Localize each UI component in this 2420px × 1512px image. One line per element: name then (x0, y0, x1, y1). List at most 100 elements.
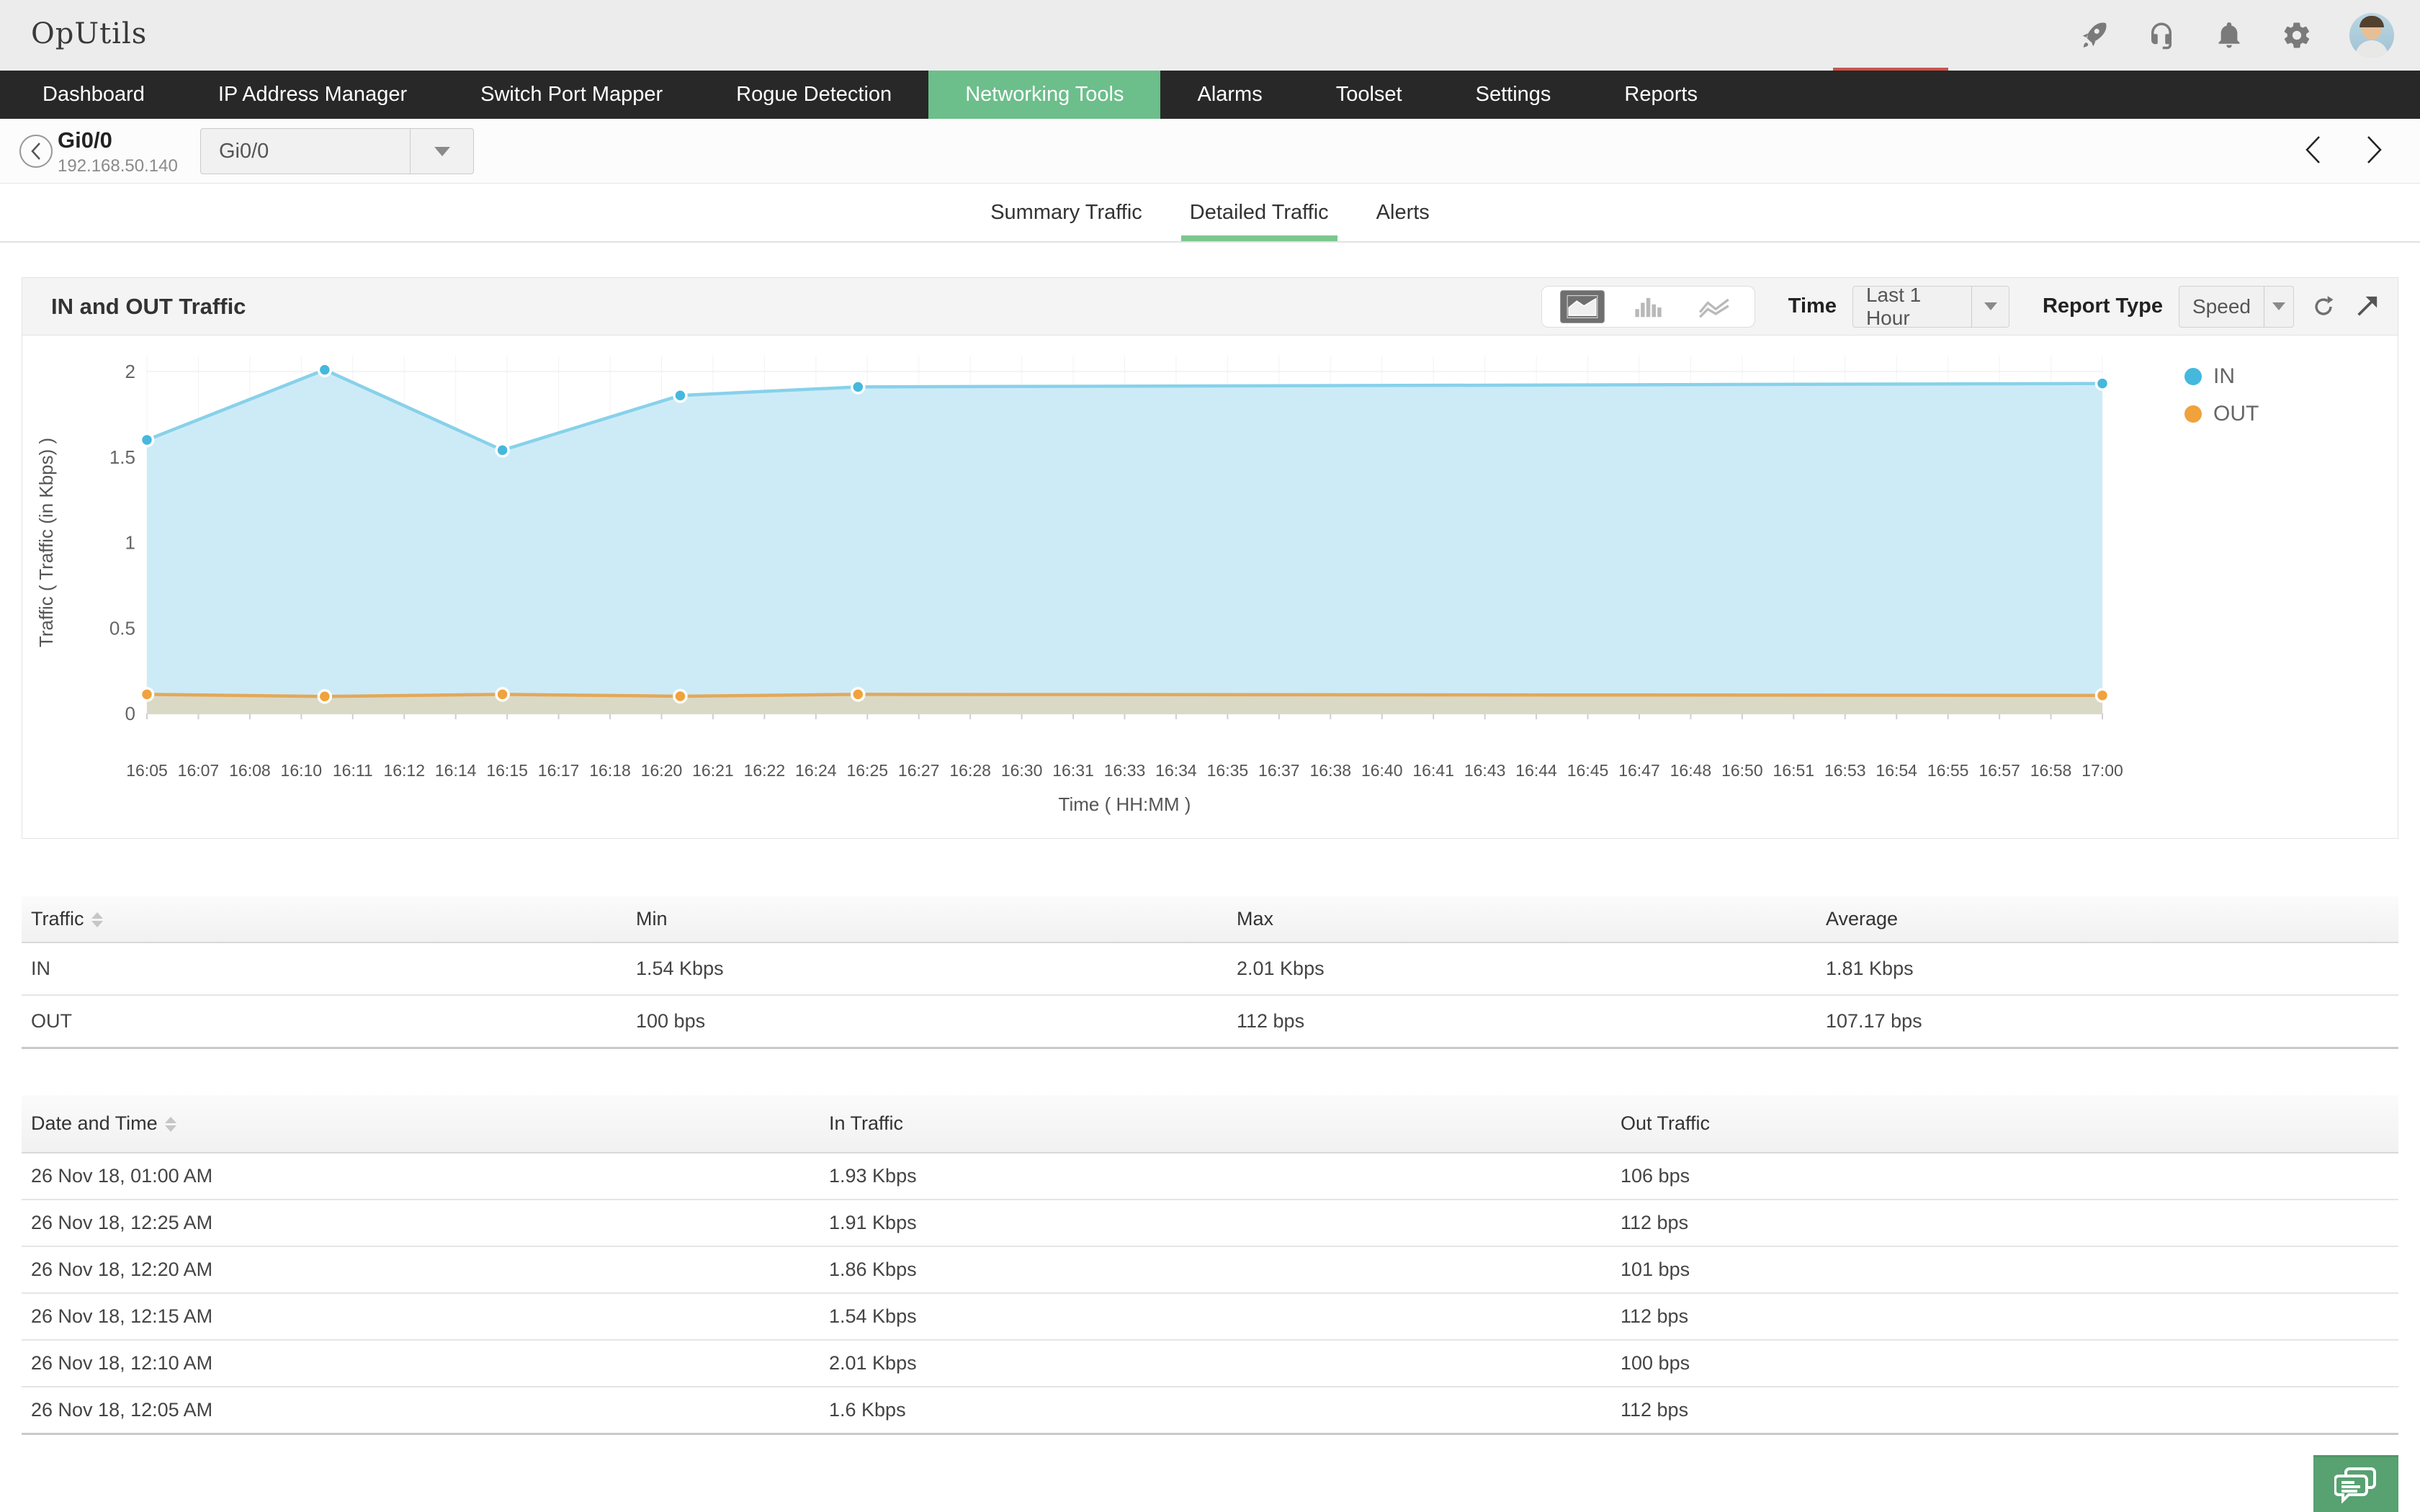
svg-text:16:47: 16:47 (1618, 761, 1660, 780)
table-cell: OUT (22, 995, 627, 1048)
svg-text:16:37: 16:37 (1258, 761, 1300, 780)
svg-text:16:10: 16:10 (281, 761, 323, 780)
tab-summary-traffic[interactable]: Summary Traffic (982, 184, 1151, 241)
column-header-traffic[interactable]: Traffic (22, 896, 627, 942)
table-row: 26 Nov 18, 12:20 AM1.86 Kbps101 bps (22, 1246, 2398, 1293)
table-cell: 26 Nov 18, 12:20 AM (22, 1246, 820, 1293)
table-cell: 107.17 bps (1816, 995, 2398, 1048)
nav-item-reports[interactable]: Reports (1587, 71, 1734, 119)
nav-item-dashboard[interactable]: Dashboard (6, 71, 182, 119)
column-header-date-and-time[interactable]: Date and Time (22, 1095, 820, 1153)
device-subheader: Gi0/0 192.168.50.140 Gi0/0 (0, 119, 2420, 184)
rocket-icon[interactable] (2079, 20, 2109, 50)
svg-text:16:22: 16:22 (744, 761, 786, 780)
table-row: OUT100 bps112 bps107.17 bps (22, 995, 2398, 1048)
report-type-select[interactable]: Speed (2179, 286, 2294, 328)
back-button[interactable] (19, 135, 53, 168)
nav-item-ip-address-manager[interactable]: IP Address Manager (182, 71, 444, 119)
svg-text:16:27: 16:27 (898, 761, 940, 780)
table-cell: 26 Nov 18, 01:00 AM (22, 1153, 820, 1200)
chart-legend: IN OUT (2184, 364, 2259, 426)
table-row: 26 Nov 18, 01:00 AM1.93 Kbps106 bps (22, 1153, 2398, 1200)
device-block: Gi0/0 192.168.50.140 (58, 127, 178, 176)
svg-text:16:50: 16:50 (1721, 761, 1763, 780)
table-cell: 2.01 Kbps (820, 1340, 1611, 1387)
table-cell: 100 bps (627, 995, 1227, 1048)
report-type-value: Speed (2179, 287, 2264, 327)
svg-text:16:11: 16:11 (333, 761, 373, 780)
table-cell: 1.86 Kbps (820, 1246, 1611, 1293)
nav-item-rogue-detection[interactable]: Rogue Detection (699, 71, 928, 119)
user-avatar[interactable] (2349, 13, 2394, 58)
table-cell: 100 bps (1611, 1340, 2398, 1387)
svg-text:16:05: 16:05 (126, 761, 168, 780)
refresh-icon[interactable] (2310, 293, 2337, 320)
svg-text:1: 1 (125, 532, 135, 554)
expand-icon[interactable] (2353, 293, 2380, 320)
time-range-select[interactable]: Last 1 Hour (1852, 286, 2009, 328)
gear-icon[interactable] (2282, 20, 2312, 50)
app-logo: OpUtils (31, 17, 147, 50)
back-chevron-icon (30, 142, 42, 161)
nav-item-toolset[interactable]: Toolset (1299, 71, 1439, 119)
svg-text:16:15: 16:15 (486, 761, 528, 780)
table-row: 26 Nov 18, 12:15 AM1.54 Kbps112 bps (22, 1293, 2398, 1340)
svg-text:16:14: 16:14 (435, 761, 477, 780)
table-cell: 2.01 Kbps (1227, 942, 1816, 995)
bar-chart-icon[interactable] (1626, 290, 1670, 323)
svg-text:16:40: 16:40 (1361, 761, 1403, 780)
svg-text:16:51: 16:51 (1773, 761, 1815, 780)
nav-item-alarms[interactable]: Alarms (1160, 71, 1299, 119)
table-cell: 106 bps (1611, 1153, 2398, 1200)
table-cell: 112 bps (1611, 1293, 2398, 1340)
chat-button[interactable] (2313, 1455, 2398, 1512)
svg-text:16:30: 16:30 (1001, 761, 1043, 780)
table-cell: IN (22, 942, 627, 995)
sort-icon (165, 1117, 176, 1132)
column-header-average: Average (1816, 896, 2398, 942)
legend-item-in[interactable]: IN (2184, 364, 2259, 389)
time-range-arrow (1971, 287, 2009, 327)
column-header-in-traffic: In Traffic (820, 1095, 1611, 1153)
headset-icon[interactable] (2146, 20, 2177, 50)
next-chevron-icon[interactable] (2365, 135, 2384, 165)
svg-text:16:17: 16:17 (538, 761, 580, 780)
chevron-down-icon (2272, 302, 2285, 310)
nav-item-networking-tools[interactable]: Networking Tools (928, 71, 1160, 119)
panel-title: IN and OUT Traffic (51, 294, 246, 320)
table-cell: 112 bps (1611, 1200, 2398, 1246)
traffic-chart[interactable]: 16:0516:0716:0816:1016:1116:1216:1416:15… (22, 336, 2398, 839)
svg-text:16:18: 16:18 (589, 761, 631, 780)
svg-text:16:21: 16:21 (692, 761, 734, 780)
table-cell: 26 Nov 18, 12:25 AM (22, 1200, 820, 1246)
summary-table-header-row: TrafficMinMaxAverage (22, 896, 2398, 942)
tab-alerts[interactable]: Alerts (1368, 184, 1438, 241)
interface-selector[interactable]: Gi0/0 (200, 128, 474, 174)
prev-chevron-icon[interactable] (2303, 135, 2322, 165)
svg-text:16:33: 16:33 (1104, 761, 1146, 780)
area-chart-icon[interactable] (1560, 290, 1605, 323)
traffic-detail-table: Date and TimeIn TrafficOut Traffic 26 No… (22, 1095, 2398, 1435)
tab-detailed-traffic[interactable]: Detailed Traffic (1181, 184, 1337, 241)
table-cell: 101 bps (1611, 1246, 2398, 1293)
svg-text:16:35: 16:35 (1207, 761, 1249, 780)
svg-text:0: 0 (125, 703, 135, 724)
device-ip: 192.168.50.140 (58, 156, 178, 176)
table-cell: 112 bps (1227, 995, 1816, 1048)
legend-dot (2184, 368, 2202, 385)
table-row: 26 Nov 18, 12:05 AM1.6 Kbps112 bps (22, 1387, 2398, 1434)
nav-item-settings[interactable]: Settings (1439, 71, 1588, 119)
main-nav: DashboardIP Address ManagerSwitch Port M… (0, 71, 2420, 119)
legend-item-out[interactable]: OUT (2184, 402, 2259, 426)
panel-header: IN and OUT Traffic Time Last 1 Hour Repo… (22, 278, 2398, 336)
svg-text:16:54: 16:54 (1876, 761, 1917, 780)
svg-text:16:12: 16:12 (383, 761, 425, 780)
line-chart-icon[interactable] (1692, 290, 1736, 323)
svg-text:16:45: 16:45 (1567, 761, 1609, 780)
svg-text:Time ( HH:MM ): Time ( HH:MM ) (1059, 793, 1191, 815)
report-type-label: Report Type (2043, 294, 2163, 318)
table-cell: 26 Nov 18, 12:15 AM (22, 1293, 820, 1340)
topbar: OpUtils (0, 0, 2420, 71)
nav-item-switch-port-mapper[interactable]: Switch Port Mapper (444, 71, 699, 119)
bell-icon[interactable] (2214, 20, 2244, 50)
